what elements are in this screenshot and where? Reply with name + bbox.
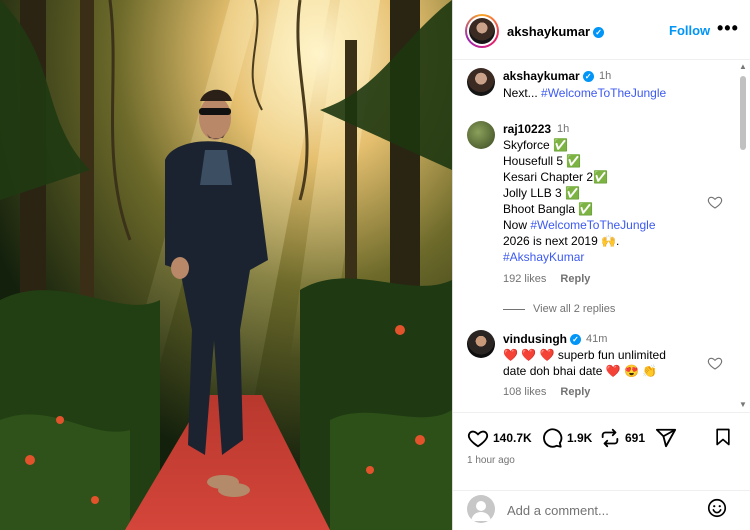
comment-time: 1h	[557, 123, 570, 135]
comment-icon[interactable]	[541, 427, 563, 449]
heart-icon[interactable]	[467, 427, 489, 449]
scrollbar-thumb[interactable]	[740, 76, 746, 150]
caption-prefix: Next...	[503, 86, 542, 100]
comment-hashtag[interactable]: #WelcomeToTheJungle	[530, 218, 655, 232]
caption-author[interactable]: akshaykumar	[503, 69, 580, 83]
view-replies-line	[503, 308, 525, 310]
comment-line: Bhoot Bangla ✅	[503, 202, 594, 216]
comments-list[interactable]: akshaykumar ✓ 1h Next... #WelcomeToTheJun…	[453, 60, 750, 412]
verified-badge-icon: ✓	[570, 334, 581, 346]
view-replies-label[interactable]: View all 2 replies	[533, 303, 615, 315]
comment-like-heart-icon[interactable]	[707, 355, 723, 371]
comment-text: Skyforce ✅ Housefull 5 ✅ Kesari Chapter …	[503, 137, 656, 265]
jungle-photo	[0, 0, 452, 530]
post-image[interactable]	[0, 0, 452, 530]
add-comment-bar	[453, 490, 750, 530]
verified-badge-icon: ✓	[593, 27, 605, 39]
comment-line: ❤️ ❤️ ❤️ superb fun unlimited	[503, 348, 666, 362]
comment-author[interactable]: vindusingh	[503, 332, 567, 346]
comment-author-row: vindusingh ✓	[503, 332, 581, 346]
post-dialog: akshaykumar ✓ Follow ••• akshaykumar ✓ 1h …	[0, 0, 750, 530]
reply-button[interactable]: Reply	[560, 273, 590, 285]
author-username-row[interactable]: akshaykumar ✓	[507, 24, 605, 39]
scroll-down-icon[interactable]: ▼	[739, 400, 747, 409]
like-action[interactable]: 140.7K	[467, 427, 532, 449]
default-avatar-icon	[471, 501, 491, 521]
comment-likes[interactable]: 108 likes	[503, 386, 546, 398]
comment-line: date doh bhai date ❤️ 😍 👏	[503, 364, 658, 378]
caption-hashtag[interactable]: #WelcomeToTheJungle	[541, 86, 666, 100]
author-avatar[interactable]	[465, 14, 499, 48]
likes-count[interactable]: 140.7K	[493, 431, 532, 445]
comments-count[interactable]: 1.9K	[567, 431, 592, 445]
comment-author[interactable]: raj10223	[503, 122, 551, 136]
caption-author-avatar[interactable]	[467, 68, 495, 96]
comment-line: Kesari Chapter 2✅	[503, 170, 608, 184]
post-actions: 140.7K 1.9K 691 1 hour ago	[453, 412, 750, 490]
comment-hashtag[interactable]: #AkshayKumar	[503, 249, 656, 265]
comment-author-avatar[interactable]	[467, 121, 495, 149]
reposts-count[interactable]: 691	[625, 431, 645, 445]
comment-input[interactable]	[505, 500, 699, 520]
verified-badge-icon: ✓	[582, 71, 594, 83]
comment-line: 2026 is next 2019 🙌.	[503, 234, 620, 248]
comment-author-avatar[interactable]	[467, 330, 495, 358]
repost-icon[interactable]	[599, 427, 621, 449]
comment-meta: 108 likes Reply	[503, 386, 590, 398]
comments-scrollbar[interactable]: ▲ ▼	[737, 60, 749, 412]
comment-time: 41m	[586, 333, 608, 345]
comment-line: Now #WelcomeToTheJungle	[503, 217, 656, 233]
caption-author-row: akshaykumar ✓	[503, 69, 594, 83]
comment-like-heart-icon[interactable]	[707, 194, 723, 210]
comment-likes[interactable]: 192 likes	[503, 273, 546, 285]
scroll-up-icon[interactable]: ▲	[739, 62, 747, 71]
current-user-avatar	[467, 495, 495, 523]
bookmark-icon[interactable]	[713, 427, 733, 447]
comment-action[interactable]: 1.9K	[541, 427, 592, 449]
view-replies[interactable]: View all 2 replies	[503, 303, 615, 315]
comment-line: Jolly LLB 3 ✅	[503, 186, 580, 200]
comment-now-prefix: Now	[503, 218, 531, 232]
save-action[interactable]	[713, 427, 733, 447]
follow-button[interactable]: Follow	[669, 23, 710, 38]
emoji-icon[interactable]	[706, 497, 728, 519]
comment-line: Housefull 5 ✅	[503, 154, 582, 168]
share-action[interactable]	[655, 427, 677, 449]
comment-meta: 192 likes Reply	[503, 273, 590, 285]
post-time-ago[interactable]: 1 hour ago	[467, 455, 515, 466]
repost-action[interactable]: 691	[599, 427, 645, 449]
caption-time: 1h	[599, 70, 612, 82]
comment-text: ❤️ ❤️ ❤️ superb fun unlimited date doh b…	[503, 347, 666, 379]
author-username[interactable]: akshaykumar	[507, 24, 590, 39]
more-options-icon[interactable]: •••	[717, 18, 739, 39]
post-header: akshaykumar ✓ Follow •••	[453, 0, 750, 60]
share-icon[interactable]	[655, 427, 677, 449]
caption-text: Next... #WelcomeToTheJungle	[503, 85, 666, 101]
reply-button[interactable]: Reply	[560, 386, 590, 398]
post-side-panel: akshaykumar ✓ Follow ••• akshaykumar ✓ 1h …	[452, 0, 750, 530]
comment-line: Skyforce ✅	[503, 138, 568, 152]
